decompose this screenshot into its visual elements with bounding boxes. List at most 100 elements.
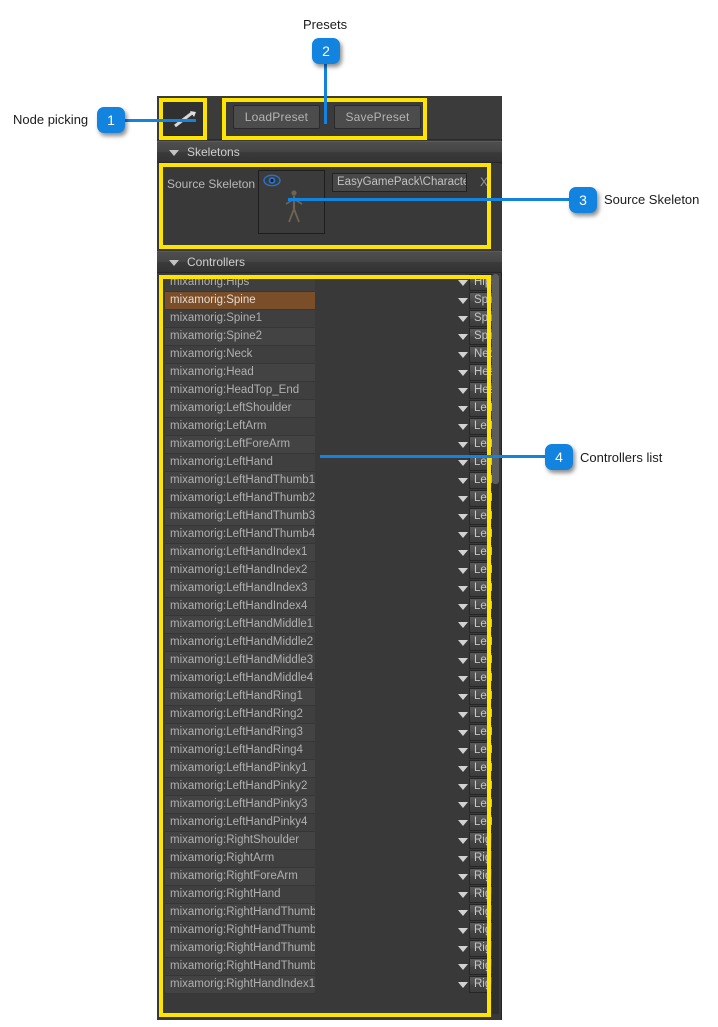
controller-target-dropdown[interactable]: Spine [317, 292, 494, 309]
controller-target-dropdown[interactable]: LeftHandRing4 [317, 742, 494, 759]
controller-row[interactable]: mixamorig:RightShoulder RightShoulder [165, 832, 494, 850]
controller-row[interactable]: mixamorig:LeftHandMiddle3 LeftHandMiddle3 [165, 652, 494, 670]
controller-row[interactable]: mixamorig:LeftHandRing3 LeftHandRing3 [165, 724, 494, 742]
source-skeleton-thumbnail[interactable] [258, 170, 325, 234]
controller-row[interactable]: mixamorig:RightHandThumb2 RightHandThumb2 [165, 922, 494, 940]
controller-target-dropdown[interactable]: LeftHandPinky2 [317, 778, 494, 795]
controller-row[interactable]: mixamorig:LeftHandRing2 LeftHandRing2 [165, 706, 494, 724]
controller-target-dropdown[interactable]: LeftHandMiddle2 [317, 634, 494, 651]
controller-row[interactable]: mixamorig:LeftHandThumb1 LeftHandThumb1 [165, 472, 494, 490]
controller-target-dropdown[interactable]: LeftHandPinky4 [317, 814, 494, 831]
controller-target-dropdown[interactable]: LeftHandMiddle3 [317, 652, 494, 669]
section-header-skeletons[interactable]: Skeletons [157, 141, 502, 163]
controllers-list[interactable]: mixamorig:HipsHipsmixamorig:SpineSpinemi… [165, 274, 494, 1014]
controller-target-dropdown[interactable]: RightHandIndex1 [317, 976, 494, 993]
load-preset-button[interactable]: LoadPreset [233, 105, 320, 129]
controller-row[interactable]: mixamorig:Spine Spine [165, 292, 494, 310]
controller-target-dropdown[interactable]: Hips [317, 274, 494, 291]
controller-target-dropdown[interactable]: Neck [317, 346, 494, 363]
controller-target-dropdown[interactable]: LeftHandMiddle2 [317, 562, 494, 579]
controller-row[interactable]: mixamorig:LeftHandThumb4 LeftHandThumb4 [165, 526, 494, 544]
controller-row[interactable]: mixamorig:Head Head [165, 364, 494, 382]
controller-row[interactable]: mixamorig:LeftHandIndex2 LeftHandMiddle2 [165, 562, 494, 580]
controller-target-value: Hips [469, 274, 494, 291]
controller-target-dropdown[interactable]: LeftHandMiddle1 [317, 616, 494, 633]
controller-row[interactable]: mixamorig:LeftHandMiddle1 LeftHandMiddle1 [165, 616, 494, 634]
controller-row[interactable]: mixamorig:LeftHandThumb3 LeftHandThumb3 [165, 508, 494, 526]
controller-target-dropdown[interactable]: LeftHandThumb3 [317, 508, 494, 525]
controller-target-dropdown[interactable]: RightForeArm [317, 868, 494, 885]
controller-row[interactable]: mixamorig:LeftHandPinky4 LeftHandPinky4 [165, 814, 494, 832]
controller-target-dropdown[interactable]: LeftHandRing2 [317, 706, 494, 723]
controller-target-dropdown[interactable]: LeftHandMiddle4 [317, 670, 494, 687]
chevron-down-icon [458, 478, 468, 484]
controller-row[interactable]: mixamorig:LeftHandRing1 LeftHandRing1 [165, 688, 494, 706]
controller-target-dropdown[interactable]: RightHandThumb3 [317, 940, 494, 957]
chevron-down-icon [458, 874, 468, 880]
controller-row[interactable]: mixamorig:RightHandThumb4 RightHandThumb4 [165, 958, 494, 976]
controller-row[interactable]: mixamorig:LeftForeArm LeftForeArm [165, 436, 494, 454]
triangle-down-icon [169, 260, 179, 266]
controller-target-dropdown[interactable]: LeftHandPinky3 [317, 796, 494, 813]
controller-target-dropdown[interactable]: LeftHandMiddle1 [317, 544, 494, 561]
controller-row[interactable]: mixamorig:RightHandIndex1 RightHandIndex1 [165, 976, 494, 994]
controller-row[interactable]: mixamorig:RightHandThumb3 RightHandThumb3 [165, 940, 494, 958]
controller-target-dropdown[interactable]: LeftHandThumb1 [317, 472, 494, 489]
controller-row[interactable]: mixamorig:LeftHandIndex4 LeftHandMiddle4 [165, 598, 494, 616]
controller-source-label: mixamorig:LeftHandIndex1 [165, 544, 315, 562]
list-scrollbar[interactable] [492, 274, 499, 1014]
controller-target-dropdown[interactable]: LeftForeArm [317, 436, 494, 453]
controller-row[interactable]: mixamorig:HeadTop_End HeadTop_End [165, 382, 494, 400]
controller-row[interactable]: mixamorig:RightHandThumb1 RightHandThumb1 [165, 904, 494, 922]
controller-target-dropdown[interactable]: RightHandThumb2 [317, 922, 494, 939]
controller-target-dropdown[interactable]: RightHandThumb1 [317, 904, 494, 921]
controller-row[interactable]: mixamorig:LeftHandThumb2 LeftHandThumb2 [165, 490, 494, 508]
controller-source-label: mixamorig:LeftHandMiddle4 [165, 670, 315, 688]
controller-target-dropdown[interactable]: LeftHandThumb4 [317, 526, 494, 543]
controller-row[interactable]: mixamorig:Hips Hips [165, 274, 494, 292]
controller-row[interactable]: mixamorig:LeftHandRing4 LeftHandRing4 [165, 742, 494, 760]
controller-target-dropdown[interactable]: Spine1 [317, 310, 494, 327]
controller-target-dropdown[interactable]: LeftShoulder [317, 400, 494, 417]
chevron-down-icon [458, 424, 468, 430]
controller-target-dropdown[interactable]: Spine2 [317, 328, 494, 345]
controller-target-dropdown[interactable]: RightShoulder [317, 832, 494, 849]
controller-target-dropdown[interactable]: RightHand [317, 886, 494, 903]
section-header-controllers[interactable]: Controllers [157, 251, 502, 273]
controller-target-dropdown[interactable]: HeadTop_End [317, 382, 494, 399]
controller-target-dropdown[interactable]: LeftHandMiddle3 [317, 580, 494, 597]
controller-target-dropdown[interactable]: LeftHandMiddle4 [317, 598, 494, 615]
controller-row[interactable]: mixamorig:LeftArm LeftArm [165, 418, 494, 436]
node-picking-button[interactable] [163, 100, 205, 136]
controller-row[interactable]: mixamorig:Neck Neck [165, 346, 494, 364]
source-skeleton-path-field[interactable]: EasyGamePack\Characte [332, 173, 467, 192]
controller-target-dropdown[interactable]: LeftHandRing1 [317, 688, 494, 705]
controller-row[interactable]: mixamorig:Spine2 Spine2 [165, 328, 494, 346]
controller-row[interactable]: mixamorig:LeftHandMiddle4 LeftHandMiddle4 [165, 670, 494, 688]
controller-row[interactable]: mixamorig:LeftHandIndex3 LeftHandMiddle3 [165, 580, 494, 598]
controller-row[interactable]: mixamorig:LeftShoulder LeftShoulder [165, 400, 494, 418]
controller-row[interactable]: mixamorig:RightArm RightArm [165, 850, 494, 868]
controller-row[interactable]: mixamorig:LeftHandIndex1 LeftHandMiddle1 [165, 544, 494, 562]
controller-target-dropdown[interactable]: Head [317, 364, 494, 381]
controller-target-dropdown[interactable]: RightArm [317, 850, 494, 867]
controller-row[interactable]: mixamorig:Spine1 Spine1 [165, 310, 494, 328]
controller-target-dropdown[interactable]: LeftHandThumb2 [317, 490, 494, 507]
controller-source-label: mixamorig:LeftHandRing1 [165, 688, 315, 706]
controller-row[interactable]: mixamorig:LeftHandPinky2 LeftHandPinky2 [165, 778, 494, 796]
list-scrollbar-thumb[interactable] [492, 274, 499, 484]
controller-row[interactable]: mixamorig:LeftHandPinky3 LeftHandPinky3 [165, 796, 494, 814]
controller-target-dropdown[interactable]: LeftArm [317, 418, 494, 435]
controller-row[interactable]: mixamorig:RightForeArm RightForeArm [165, 868, 494, 886]
save-preset-button[interactable]: SavePreset [334, 105, 421, 129]
controller-target-dropdown[interactable]: LeftHandRing3 [317, 724, 494, 741]
clear-source-skeleton-button[interactable]: X [476, 173, 492, 192]
chevron-down-icon [458, 316, 468, 322]
controller-row[interactable]: mixamorig:LeftHandMiddle2 LeftHandMiddle2 [165, 634, 494, 652]
controller-target-dropdown[interactable]: RightHandThumb4 [317, 958, 494, 975]
controller-row[interactable]: mixamorig:RightHand RightHand [165, 886, 494, 904]
controller-row[interactable]: mixamorig:LeftHandPinky1 LeftHandPinky1 [165, 760, 494, 778]
controller-target-value: LeftHandThumb3 [469, 508, 494, 525]
controller-target-dropdown[interactable]: LeftHandPinky1 [317, 760, 494, 777]
controller-target-value: LeftHandPinky2 [469, 778, 494, 795]
